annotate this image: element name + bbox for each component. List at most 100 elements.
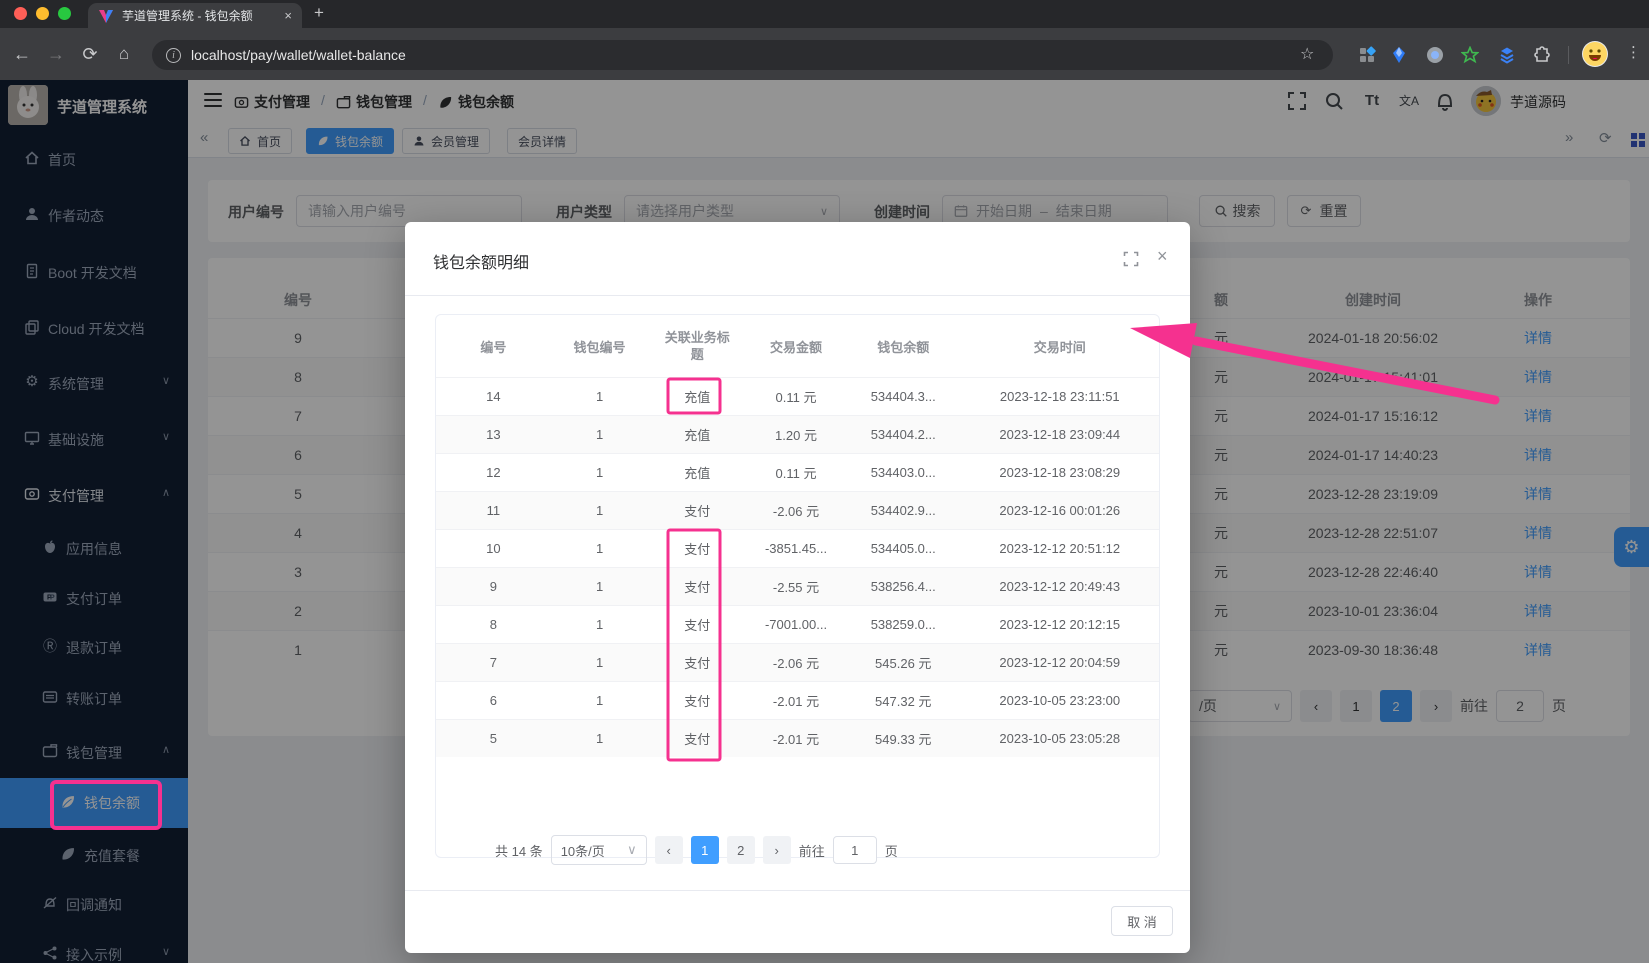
dialog-table-row: 51支付-2.01 元549.33 元2023-10-05 23:05:28	[436, 719, 1159, 757]
dialog-table-row: 141充值0.11 元534404.3...2023-12-18 23:11:5…	[436, 377, 1159, 415]
cell-amount: 0.11 元	[746, 463, 846, 482]
cell-time: 2023-10-05 23:05:28	[961, 731, 1159, 746]
forward-icon[interactable]: →	[44, 42, 68, 66]
page-size-select[interactable]: 10条/页 ∨	[551, 835, 647, 865]
dialog-footer-divider	[405, 890, 1190, 891]
dialog-table-row: 61支付-2.01 元547.32 元2023-10-05 23:23:00	[436, 681, 1159, 719]
cell-biz-title: 充值	[648, 425, 746, 444]
cell-wallet-id: 1	[551, 617, 649, 632]
reload-icon[interactable]: ⟳	[78, 42, 102, 66]
cell-balance: 534404.2...	[846, 427, 961, 442]
cell-time: 2023-12-12 20:12:15	[961, 617, 1159, 632]
cell-amount: -2.01 元	[746, 729, 846, 748]
dialog-close-icon[interactable]: ×	[1157, 246, 1168, 267]
cell-amount: 1.20 元	[746, 425, 846, 444]
extension-star-icon[interactable]	[1461, 46, 1479, 64]
dialog-table-row: 101支付-3851.45...534405.0...2023-12-12 20…	[436, 529, 1159, 567]
dialog-table-header: 编号 钱包编号 关联业务标题 交易金额 钱包余额 交易时间	[436, 315, 1159, 377]
url-text: localhost/pay/wallet/wallet-balance	[191, 47, 406, 63]
home-icon[interactable]: ⌂	[112, 42, 136, 66]
browser-tab[interactable]: 芋道管理系统 - 钱包余额 ×	[88, 3, 302, 28]
favicon-yudao-icon	[98, 8, 114, 24]
cell-biz-title: 支付	[648, 615, 746, 634]
extension-circle-icon[interactable]	[1426, 46, 1444, 64]
cell-wallet-id: 1	[551, 693, 649, 708]
toolbar-divider	[1568, 46, 1569, 64]
new-tab-button[interactable]: +	[314, 3, 324, 23]
col-header-balance: 钱包余额	[846, 337, 961, 356]
dialog-table-row: 131充值1.20 元534404.2...2023-12-18 23:09:4…	[436, 415, 1159, 453]
traffic-zoom-button[interactable]	[58, 7, 71, 20]
total-count-label: 共 14 条	[495, 841, 543, 860]
extensions-puzzle-icon[interactable]	[1533, 46, 1551, 64]
cell-id: 9	[436, 579, 551, 594]
cell-time: 2023-12-12 20:04:59	[961, 655, 1159, 670]
cell-id: 10	[436, 541, 551, 556]
cell-id: 12	[436, 465, 551, 480]
col-header-biz-title: 关联业务标题	[648, 329, 746, 363]
extension-grid-icon[interactable]	[1358, 46, 1376, 64]
dialog-table-row: 71支付-2.06 元545.26 元2023-12-12 20:04:59	[436, 643, 1159, 681]
prev-page-button[interactable]: ‹	[655, 836, 683, 864]
dialog-title: 钱包余额明细	[433, 249, 529, 273]
cell-time: 2023-10-05 23:23:00	[961, 693, 1159, 708]
col-header-id: 编号	[436, 337, 551, 356]
col-header-wallet-id: 钱包编号	[551, 337, 649, 356]
screen: 芋道管理系统 - 钱包余额 × + ← → ⟳ ⌂ i localhost/pa…	[0, 0, 1649, 963]
dialog-table-row: 111支付-2.06 元534402.9...2023-12-16 00:01:…	[436, 491, 1159, 529]
traffic-minimize-button[interactable]	[36, 7, 49, 20]
wallet-balance-detail-dialog: 钱包余额明细 × 编号 钱包编号 关联业务标题 交易金额 钱包余额 交易时间 1…	[405, 222, 1190, 953]
cell-amount: -2.06 元	[746, 501, 846, 520]
cell-wallet-id: 1	[551, 465, 649, 480]
dialog-table-row: 121充值0.11 元534403.0...2023-12-18 23:08:2…	[436, 453, 1159, 491]
dialog-pagination: 共 14 条 10条/页 ∨ ‹ 1 2 › 前往 页	[495, 835, 1095, 865]
extension-layers-icon[interactable]	[1498, 46, 1516, 64]
cell-id: 8	[436, 617, 551, 632]
cell-balance: 534405.0...	[846, 541, 961, 556]
cell-wallet-id: 1	[551, 655, 649, 670]
cell-id: 13	[436, 427, 551, 442]
page-2-button[interactable]: 2	[727, 836, 755, 864]
cell-id: 6	[436, 693, 551, 708]
tab-close-icon[interactable]: ×	[284, 8, 292, 23]
cell-biz-title: 支付	[648, 691, 746, 710]
cell-wallet-id: 1	[551, 427, 649, 442]
cell-wallet-id: 1	[551, 503, 649, 518]
cell-balance: 547.32 元	[846, 691, 961, 710]
cell-id: 7	[436, 655, 551, 670]
chevron-down-icon: ∨	[627, 842, 637, 858]
cell-amount: -3851.45...	[746, 541, 846, 556]
cell-time: 2023-12-12 20:51:12	[961, 541, 1159, 556]
cell-balance: 534404.3...	[846, 389, 961, 404]
cell-balance: 534403.0...	[846, 465, 961, 480]
col-header-amount: 交易金额	[746, 337, 846, 356]
site-info-icon[interactable]: i	[166, 48, 181, 63]
cell-amount: -2.01 元	[746, 691, 846, 710]
traffic-close-button[interactable]	[14, 7, 27, 20]
cell-amount: -2.06 元	[746, 653, 846, 672]
cancel-button[interactable]: 取 消	[1111, 906, 1173, 936]
cell-time: 2023-12-18 23:09:44	[961, 427, 1159, 442]
col-header-time: 交易时间	[961, 337, 1159, 356]
cell-wallet-id: 1	[551, 579, 649, 594]
cell-biz-title: 支付	[648, 501, 746, 520]
browser-toolbar: ← → ⟳ ⌂ i localhost/pay/wallet/wallet-ba…	[0, 28, 1649, 80]
cell-biz-title: 充值	[648, 463, 746, 482]
goto-page-input[interactable]	[833, 836, 877, 864]
cell-balance: 545.26 元	[846, 653, 961, 672]
bookmark-star-icon[interactable]: ☆	[1300, 44, 1314, 64]
extension-gem-icon[interactable]	[1390, 46, 1408, 64]
dialog-table-row: 91支付-2.55 元538256.4...2023-12-12 20:49:4…	[436, 567, 1159, 605]
cell-time: 2023-12-18 23:11:51	[961, 389, 1159, 404]
browser-menu-icon[interactable]: ⋮	[1626, 43, 1641, 61]
back-icon[interactable]: ←	[10, 42, 34, 66]
browser-profile-avatar[interactable]	[1582, 41, 1608, 67]
next-page-button[interactable]: ›	[763, 836, 791, 864]
page-1-button[interactable]: 1	[691, 836, 719, 864]
dialog-fullscreen-icon[interactable]	[1123, 251, 1139, 267]
cell-wallet-id: 1	[551, 731, 649, 746]
url-bar[interactable]: i localhost/pay/wallet/wallet-balance	[152, 40, 1333, 70]
cell-biz-title: 支付	[648, 729, 746, 748]
cell-time: 2023-12-16 00:01:26	[961, 503, 1159, 518]
cell-amount: -7001.00...	[746, 617, 846, 632]
